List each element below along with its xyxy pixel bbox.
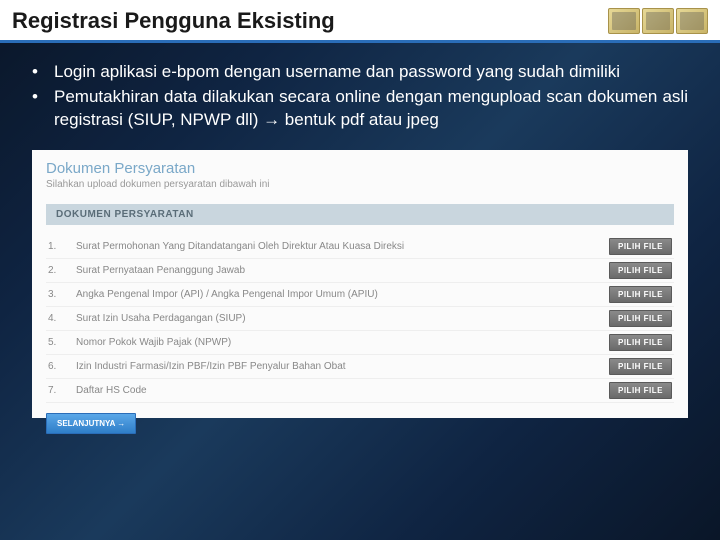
doc-label: Surat Pernyataan Penanggung Jawab [76,265,245,276]
panel-subtitle: Silahkan upload dokumen persyaratan diba… [46,179,674,190]
doc-number: 7. [48,385,62,396]
doc-row: 1. Surat Permohonan Yang Ditandatangani … [46,235,674,259]
doc-number: 4. [48,313,62,324]
selanjutnya-button[interactable]: SELANJUTNYA → [46,413,136,434]
doc-row: 2. Surat Pernyataan Penanggung Jawab PIL… [46,259,674,283]
bullet-list: Login aplikasi e-bpom dengan username da… [32,61,688,132]
pilih-file-button[interactable]: PILIH FILE [609,238,672,255]
deco-image [676,8,708,34]
doc-number: 5. [48,337,62,348]
pilih-file-button[interactable]: PILIH FILE [609,334,672,351]
bullet-item: Login aplikasi e-bpom dengan username da… [32,61,688,84]
panel-title: Dokumen Persyaratan [46,160,674,177]
page-title: Registrasi Pengguna Eksisting [12,8,335,34]
doc-number: 3. [48,289,62,300]
pilih-file-button[interactable]: PILIH FILE [609,286,672,303]
doc-label: Angka Pengenal Impor (API) / Angka Penge… [76,289,378,300]
pilih-file-button[interactable]: PILIH FILE [609,382,672,399]
deco-image [642,8,674,34]
doc-row: 6. Izin Industri Farmasi/Izin PBF/Izin P… [46,355,674,379]
upload-panel: Dokumen Persyaratan Silahkan upload doku… [32,150,688,418]
doc-label: Izin Industri Farmasi/Izin PBF/Izin PBF … [76,361,346,372]
deco-image [608,8,640,34]
doc-row: 7. Daftar HS Code PILIH FILE [46,379,674,403]
title-decoration [608,8,708,34]
doc-row: 3. Angka Pengenal Impor (API) / Angka Pe… [46,283,674,307]
doc-row: 4. Surat Izin Usaha Perdagangan (SIUP) P… [46,307,674,331]
doc-number: 1. [48,241,62,252]
doc-number: 2. [48,265,62,276]
pilih-file-button[interactable]: PILIH FILE [609,358,672,375]
title-bar: Registrasi Pengguna Eksisting [0,0,720,43]
doc-label: Surat Izin Usaha Perdagangan (SIUP) [76,313,246,324]
doc-row: 5. Nomor Pokok Wajib Pajak (NPWP) PILIH … [46,331,674,355]
doc-label: Surat Permohonan Yang Ditandatangani Ole… [76,241,404,252]
slide-content: Login aplikasi e-bpom dengan username da… [0,43,720,140]
bullet-item: Pemutakhiran data dilakukan secara onlin… [32,86,688,132]
doc-label: Nomor Pokok Wajib Pajak (NPWP) [76,337,231,348]
section-header: DOKUMEN PERSYARATAN [46,204,674,225]
pilih-file-button[interactable]: PILIH FILE [609,310,672,327]
doc-label: Daftar HS Code [76,385,147,396]
doc-number: 6. [48,361,62,372]
pilih-file-button[interactable]: PILIH FILE [609,262,672,279]
